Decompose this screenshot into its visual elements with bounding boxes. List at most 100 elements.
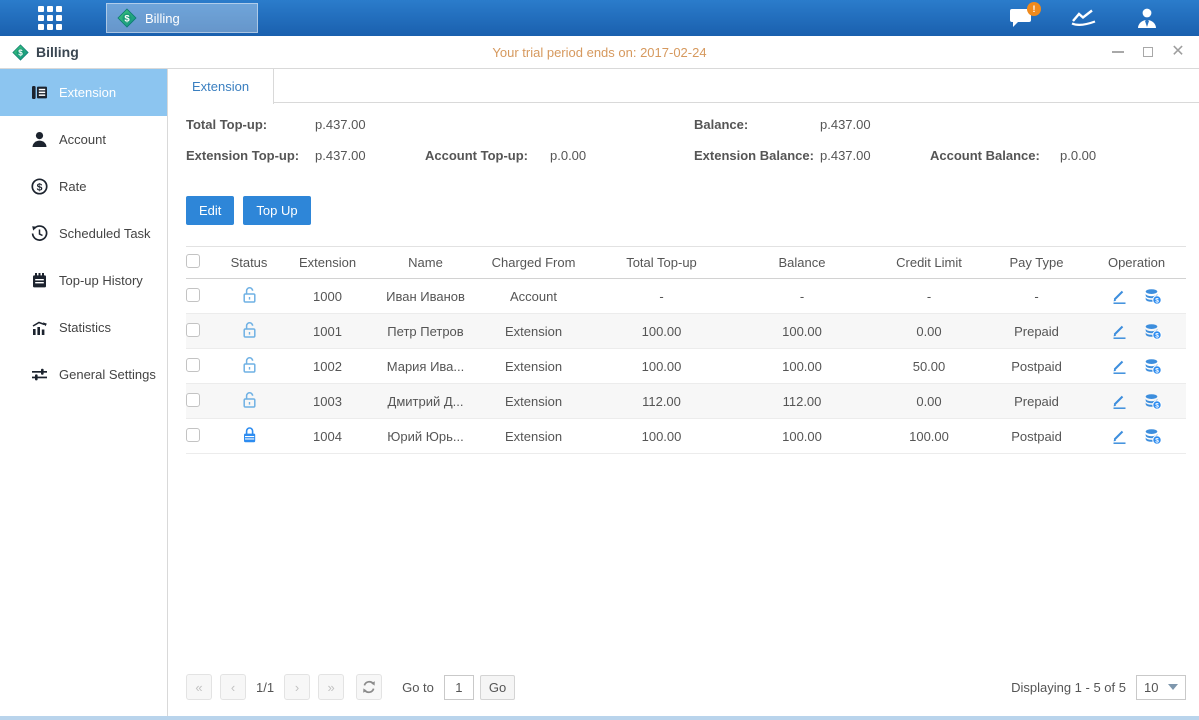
topup-row-icon[interactable]: $ — [1144, 288, 1162, 305]
cell-pay-type: Prepaid — [986, 324, 1087, 339]
user-account-icon[interactable] — [1135, 7, 1159, 29]
cell-total-topup: - — [591, 289, 732, 304]
cell-extension: 1003 — [280, 394, 375, 409]
table-row: 1002 Мария Ива... Extension 100.00 100.0… — [186, 349, 1186, 384]
taskbar-item-label: Billing — [145, 11, 180, 26]
svg-text:$: $ — [1155, 402, 1159, 409]
account-topup-label: Account Top-up: — [425, 148, 528, 163]
window-titlebar: $ Billing Your trial period ends on: 201… — [0, 36, 1199, 69]
billing-app-window: $ Billing ! — [0, 0, 1199, 720]
sidebar-item-account[interactable]: Account — [0, 116, 167, 163]
cell-total-topup: 100.00 — [591, 324, 732, 339]
total-topup-label: Total Top-up: — [186, 117, 267, 132]
topup-row-icon[interactable]: $ — [1144, 393, 1162, 410]
edit-row-icon[interactable] — [1111, 358, 1128, 375]
edit-row-icon[interactable] — [1111, 393, 1128, 410]
page-size-value: 10 — [1144, 680, 1158, 695]
edit-row-icon[interactable] — [1111, 323, 1128, 340]
sidebar-item-general-settings[interactable]: General Settings — [0, 351, 167, 398]
cell-credit-limit: 0.00 — [872, 324, 986, 339]
goto-label: Go to — [402, 680, 434, 695]
chat-icon[interactable]: ! — [1009, 8, 1033, 28]
tab-label: Extension — [192, 79, 249, 94]
sidebar: Extension Account $ Rate — [0, 69, 168, 716]
minimize-button[interactable] — [1111, 45, 1125, 59]
general-settings-icon — [30, 366, 48, 384]
prev-page-button[interactable]: ‹ — [220, 674, 246, 700]
account-topup-value: p.0.00 — [550, 148, 586, 163]
extension-balance-value: p.437.00 — [820, 148, 871, 163]
balance-label: Balance: — [694, 117, 748, 132]
topup-button[interactable]: Top Up — [243, 196, 310, 225]
column-header-name: Name — [375, 255, 476, 270]
close-button[interactable]: ✕ — [1171, 45, 1185, 59]
go-button[interactable]: Go — [480, 675, 515, 700]
sidebar-item-label: Top-up History — [59, 273, 143, 288]
sidebar-item-label: Extension — [59, 85, 116, 100]
taskbar-item-billing[interactable]: $ Billing — [106, 3, 258, 33]
cell-name: Мария Ива... — [375, 359, 476, 374]
sidebar-item-extension[interactable]: Extension — [0, 69, 167, 116]
account-balance-value: p.0.00 — [1060, 148, 1096, 163]
table-row: 1004 Юрий Юрь... Extension 100.00 100.00… — [186, 419, 1186, 454]
cell-charged-from: Extension — [476, 429, 591, 444]
sidebar-item-statistics[interactable]: Statistics — [0, 304, 167, 351]
column-header-pay-type: Pay Type — [986, 255, 1087, 270]
cell-total-topup: 112.00 — [591, 394, 732, 409]
page-size-select[interactable]: 10 — [1136, 675, 1186, 700]
cell-name: Дмитрий Д... — [375, 394, 476, 409]
extension-table: Status Extension Name Charged From Total… — [186, 246, 1186, 454]
row-checkbox[interactable] — [186, 358, 200, 372]
cell-extension: 1001 — [280, 324, 375, 339]
balance-value: p.437.00 — [820, 117, 871, 132]
edit-row-icon[interactable] — [1111, 288, 1128, 305]
refresh-icon[interactable] — [356, 674, 382, 700]
last-page-button[interactable]: » — [318, 674, 344, 700]
row-checkbox[interactable] — [186, 288, 200, 302]
row-checkbox[interactable] — [186, 323, 200, 337]
sidebar-item-topup-history[interactable]: Top-up History — [0, 257, 167, 304]
cell-total-topup: 100.00 — [591, 429, 732, 444]
cell-balance: 100.00 — [732, 324, 872, 339]
first-page-button[interactable]: « — [186, 674, 212, 700]
sidebar-item-scheduled-task[interactable]: Scheduled Task — [0, 210, 167, 257]
cell-name: Юрий Юрь... — [375, 429, 476, 444]
window-bottom-edge — [0, 716, 1199, 720]
topup-row-icon[interactable]: $ — [1144, 323, 1162, 340]
cell-credit-limit: - — [872, 289, 986, 304]
cell-credit-limit: 100.00 — [872, 429, 986, 444]
cell-charged-from: Extension — [476, 394, 591, 409]
topup-row-icon[interactable]: $ — [1144, 428, 1162, 445]
topup-history-icon — [30, 272, 48, 290]
statistics-chart-icon[interactable] — [1071, 8, 1097, 28]
column-header-operation: Operation — [1087, 255, 1186, 270]
next-page-button[interactable]: › — [284, 674, 310, 700]
row-checkbox[interactable] — [186, 393, 200, 407]
cell-charged-from: Account — [476, 289, 591, 304]
account-icon — [30, 131, 48, 149]
select-all-checkbox[interactable] — [186, 254, 200, 268]
status-lock-icon — [241, 327, 258, 342]
sidebar-item-rate[interactable]: $ Rate — [0, 163, 167, 210]
column-header-credit-limit: Credit Limit — [872, 255, 986, 270]
notification-badge: ! — [1027, 2, 1041, 16]
sidebar-item-label: Rate — [59, 179, 86, 194]
table-row: 1001 Петр Петров Extension 100.00 100.00… — [186, 314, 1186, 349]
cell-extension: 1004 — [280, 429, 375, 444]
edit-button[interactable]: Edit — [186, 196, 234, 225]
cell-name: Петр Петров — [375, 324, 476, 339]
goto-page-input[interactable] — [444, 675, 474, 700]
topup-row-icon[interactable]: $ — [1144, 358, 1162, 375]
sidebar-item-label: Statistics — [59, 320, 111, 335]
tab-extension[interactable]: Extension — [168, 69, 274, 104]
cell-balance: 100.00 — [732, 429, 872, 444]
column-header-total-topup: Total Top-up — [591, 255, 732, 270]
maximize-button[interactable] — [1141, 45, 1155, 59]
row-checkbox[interactable] — [186, 428, 200, 442]
column-header-extension: Extension — [280, 255, 375, 270]
cell-credit-limit: 50.00 — [872, 359, 986, 374]
edit-row-icon[interactable] — [1111, 428, 1128, 445]
apps-menu-icon[interactable] — [38, 6, 62, 30]
extension-balance-label: Extension Balance: — [694, 148, 814, 163]
status-lock-icon — [241, 432, 258, 447]
